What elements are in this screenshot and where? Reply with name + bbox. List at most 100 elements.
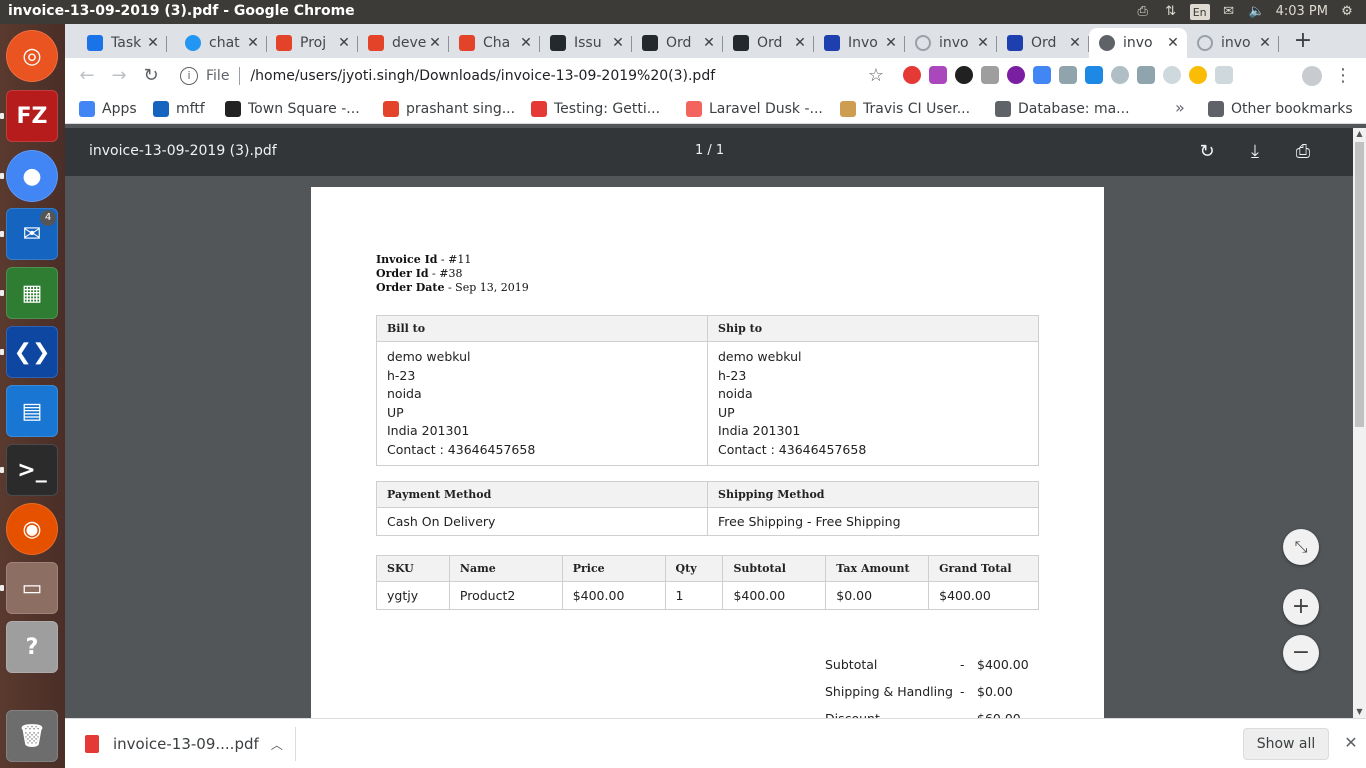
tab-close-icon[interactable]: ✕ — [336, 35, 352, 51]
bookmark-item[interactable]: mftf — [153, 99, 205, 119]
browser-tab[interactable]: invo ✕ — [1187, 28, 1279, 58]
browser-tab[interactable]: deve ✕ — [358, 28, 449, 58]
rotate-icon[interactable]: ↻ — [1195, 140, 1219, 164]
bookmark-item[interactable]: prashant sing... — [383, 99, 515, 119]
url-text[interactable]: /home/users/jyoti.singh/Downloads/invoic… — [250, 68, 715, 84]
download-item[interactable]: invoice-13-09....pdf ︿ — [75, 729, 283, 759]
extension-icon[interactable] — [1007, 66, 1025, 84]
extension-icon[interactable] — [981, 66, 999, 84]
tab-close-icon[interactable]: ✕ — [883, 35, 899, 51]
bookmark-item[interactable]: Travis CI User... — [840, 99, 970, 119]
browser-tab[interactable]: Task ✕ — [77, 28, 167, 58]
info-icon[interactable]: i — [180, 67, 198, 85]
tab-close-icon[interactable]: ✕ — [245, 35, 261, 51]
bookmark-item[interactable]: Laravel Dusk -... — [686, 99, 823, 119]
filezilla-icon[interactable]: FZ — [6, 90, 58, 142]
zoom-out-button[interactable]: − — [1283, 635, 1319, 671]
network-icon[interactable]: ⇅ — [1162, 4, 1180, 20]
ubuntu-dash-icon[interactable]: ◎ — [6, 30, 58, 82]
settings-gear-icon[interactable]: ⚙ — [1338, 4, 1356, 20]
fit-page-button[interactable]: ⤡ — [1283, 529, 1319, 565]
chrome-icon[interactable]: ● — [6, 150, 58, 202]
extension-icon[interactable] — [929, 66, 947, 84]
other-bookmarks-folder[interactable]: Other bookmarks — [1208, 99, 1353, 119]
file-manager-icon[interactable]: ▭ — [6, 562, 58, 614]
divider — [295, 727, 296, 761]
spreadsheet-icon[interactable]: ▦ — [6, 267, 58, 319]
chevron-up-icon[interactable]: ︿ — [271, 736, 283, 753]
bookmark-item[interactable]: Testing: Getti... — [531, 99, 660, 119]
more-menu-icon[interactable]: ⋮ — [1333, 64, 1353, 88]
extension-icon[interactable] — [1163, 66, 1181, 84]
vscode-icon[interactable]: ❮❯ — [6, 326, 58, 378]
extension-icon[interactable] — [955, 66, 973, 84]
extension-icon[interactable] — [1059, 66, 1077, 84]
translate-extension-icon[interactable] — [1033, 66, 1051, 84]
bookmarks-overflow-chevron-icon[interactable]: » — [1175, 98, 1185, 117]
browser-tab[interactable]: Issu ✕ — [540, 28, 632, 58]
browser-tab[interactable]: Ord ✕ — [723, 28, 814, 58]
terminal-icon[interactable]: >_ — [6, 444, 58, 496]
extension-icon[interactable] — [1137, 66, 1155, 84]
tab-close-icon[interactable]: ✕ — [427, 35, 443, 51]
extension-icon[interactable] — [903, 66, 921, 84]
forward-arrow-icon[interactable]: → — [107, 64, 131, 88]
close-icon[interactable]: ✕ — [1339, 731, 1363, 755]
extension-icon[interactable] — [1215, 66, 1233, 84]
browser-tab[interactable]: Cha ✕ — [449, 28, 540, 58]
browser-tab[interactable]: Ord ✕ — [997, 28, 1089, 58]
tab-close-icon[interactable]: ✕ — [1067, 35, 1083, 51]
printer-icon[interactable]: ⎙ — [1134, 4, 1152, 20]
address-bar[interactable]: i File /home/users/jyoti.singh/Downloads… — [170, 62, 890, 90]
profile-avatar[interactable] — [1302, 66, 1322, 86]
browser-tab[interactable]: invo ✕ — [1089, 28, 1187, 58]
extension-icon[interactable] — [1085, 66, 1103, 84]
bookmark-item[interactable]: Apps — [79, 99, 137, 119]
download-icon[interactable]: ⤓ — [1243, 140, 1267, 164]
bookmark-item[interactable]: Town Square -... — [225, 99, 360, 119]
browser-tab[interactable]: Proj ✕ — [266, 28, 358, 58]
browser-tab[interactable]: invo ✕ — [905, 28, 997, 58]
tab-close-icon[interactable]: ✕ — [1257, 35, 1273, 51]
totals-value: $400.00 — [977, 657, 1029, 672]
writer-document-icon[interactable]: ▤ — [6, 385, 58, 437]
tab-close-icon[interactable]: ✕ — [975, 35, 991, 51]
reload-icon[interactable]: ↻ — [139, 64, 163, 88]
extension-icon[interactable] — [1111, 66, 1129, 84]
tab-label: deve — [392, 35, 427, 51]
tab-close-icon[interactable]: ✕ — [518, 35, 534, 51]
tab-close-icon[interactable]: ✕ — [1165, 35, 1181, 51]
scrollbar-thumb[interactable] — [1355, 142, 1364, 427]
keyboard-language-indicator[interactable]: En — [1189, 4, 1210, 20]
bookmark-favicon-icon — [383, 101, 399, 117]
firefox-icon[interactable]: ◉ — [6, 503, 58, 555]
browser-tab[interactable]: chat ✕ — [175, 28, 267, 58]
browser-tab[interactable]: Ord ✕ — [632, 28, 723, 58]
zoom-in-button[interactable]: + — [1283, 589, 1319, 625]
back-arrow-icon[interactable]: ← — [75, 64, 99, 88]
thunderbird-mail-icon[interactable]: ✉ 4 — [6, 208, 58, 260]
help-icon[interactable]: ? — [6, 621, 58, 673]
scroll-down-arrow-icon[interactable]: ▼ — [1353, 706, 1366, 718]
vertical-scrollbar[interactable]: ▲ ▼ — [1353, 128, 1366, 718]
tab-close-icon[interactable]: ✕ — [792, 35, 808, 51]
mail-icon[interactable]: ✉ — [1220, 4, 1238, 20]
tab-separator — [1278, 36, 1279, 52]
scroll-up-arrow-icon[interactable]: ▲ — [1353, 128, 1366, 140]
browser-tab[interactable]: Invo ✕ — [814, 28, 905, 58]
new-tab-plus-icon[interactable]: + — [1291, 30, 1315, 54]
trash-icon[interactable]: 🗑 — [6, 710, 58, 762]
github-icon — [733, 35, 749, 51]
tab-close-icon[interactable]: ✕ — [145, 35, 161, 51]
invoice-id: #11 — [448, 253, 472, 266]
bookmark-item[interactable]: Database: ma... — [995, 99, 1130, 119]
bookmark-star-icon[interactable]: ☆ — [865, 64, 887, 88]
show-all-button[interactable]: Show all — [1243, 728, 1329, 760]
extension-icon[interactable] — [1189, 66, 1207, 84]
print-icon[interactable]: ⎙ — [1291, 140, 1315, 164]
page-indicator: 1 / 1 — [695, 143, 725, 158]
tab-close-icon[interactable]: ✕ — [701, 35, 717, 51]
volume-icon[interactable]: 🔈 — [1248, 4, 1266, 20]
tab-close-icon[interactable]: ✕ — [610, 35, 626, 51]
clock[interactable]: 4:03 PM — [1276, 4, 1328, 20]
